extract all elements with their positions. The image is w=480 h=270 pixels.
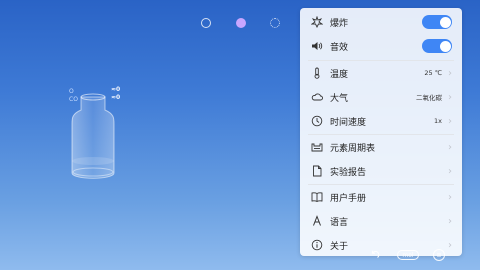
periodic-table-icon xyxy=(310,140,324,154)
settings-menu: 爆炸 音效 温度 25 ℃ › 大气 二氧化碳 › 时间速度 1x › 元素周期… xyxy=(300,8,462,256)
clock-icon xyxy=(310,114,324,128)
chevron-right-icon: › xyxy=(448,115,452,127)
formula-left-line-2: CO xyxy=(69,96,78,103)
menu-item-label: 大气 xyxy=(330,93,349,104)
chevron-right-icon: › xyxy=(448,215,452,227)
undo-icon[interactable] xyxy=(368,248,382,262)
unit-toggle-button[interactable]: mol xyxy=(397,250,419,260)
menu-item-label: 元素周期表 xyxy=(330,143,376,154)
menu-item-label: 时间速度 xyxy=(330,117,367,128)
menu-item-temperature[interactable]: 温度 25 ℃ › xyxy=(300,61,462,85)
mode-dotted-icon[interactable] xyxy=(270,18,280,28)
menu-item-label: 音效 xyxy=(330,42,349,53)
explosion-toggle[interactable] xyxy=(422,15,452,29)
formula-left: O CO xyxy=(69,88,78,104)
mode-selector xyxy=(0,14,300,30)
explosion-icon xyxy=(310,15,324,29)
chevron-right-icon: › xyxy=(448,165,452,177)
chevron-right-icon: › xyxy=(448,67,452,79)
chevron-right-icon: › xyxy=(448,91,452,103)
menu-item-value: 25 ℃ xyxy=(424,69,442,77)
thermometer-icon xyxy=(310,66,324,80)
menu-item-label: 爆炸 xyxy=(330,18,349,29)
language-icon xyxy=(310,214,324,228)
mode-outline-icon[interactable] xyxy=(201,18,211,28)
sound-toggle[interactable] xyxy=(422,39,452,53)
formula-right-line-1: ≈0 xyxy=(111,86,121,93)
speaker-icon xyxy=(310,39,324,53)
menu-item-user-manual[interactable]: 用户手册 › xyxy=(300,185,462,209)
menu-item-value: 二氧化碳 xyxy=(416,94,442,102)
menu-item-label: 语言 xyxy=(330,217,349,228)
formula-right: ≈0 ≈0 xyxy=(111,86,120,102)
menu-item-explosion[interactable]: 爆炸 xyxy=(300,10,462,34)
formula-right-line-2: ≈0 xyxy=(111,94,121,101)
menu-item-sound[interactable]: 音效 xyxy=(300,34,462,58)
bottom-toolbar: mol xyxy=(360,246,470,266)
menu-item-lab-report[interactable]: 实验报告 › xyxy=(300,159,462,183)
menu-item-value: 1x xyxy=(434,117,442,125)
menu-item-time-speed[interactable]: 时间速度 1x › xyxy=(300,109,462,133)
menu-item-periodic-table[interactable]: 元素周期表 › xyxy=(300,135,462,159)
formula-left-line-1: O xyxy=(69,88,74,95)
menu-icon[interactable] xyxy=(433,249,445,261)
menu-item-atmosphere[interactable]: 大气 二氧化碳 › xyxy=(300,85,462,109)
menu-item-label: 用户手册 xyxy=(330,193,367,204)
document-icon xyxy=(310,164,324,178)
cloud-icon xyxy=(310,90,324,104)
menu-item-language[interactable]: 语言 › xyxy=(300,209,462,233)
book-icon xyxy=(310,190,324,204)
chevron-right-icon: › xyxy=(448,191,452,203)
chevron-right-icon: › xyxy=(448,141,452,153)
mode-active-icon[interactable] xyxy=(236,18,246,28)
menu-item-label: 温度 xyxy=(330,69,349,80)
flask-bottle[interactable]: O CO ≈0 ≈0 xyxy=(60,86,140,188)
info-icon xyxy=(310,238,324,252)
menu-item-label: 实验报告 xyxy=(330,167,367,178)
